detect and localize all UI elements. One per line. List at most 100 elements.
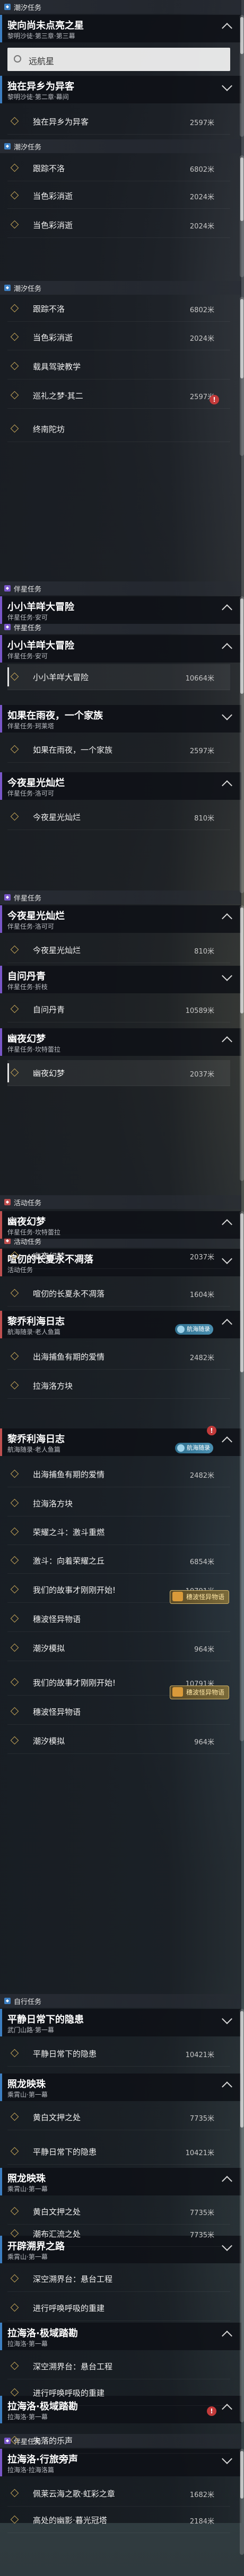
- event-badge-label: 穗波怪异物语: [186, 1593, 225, 1601]
- quest-header[interactable]: 幽夜幻梦 伴星任务·坎特蕾拉: [0, 1028, 241, 1056]
- quest-step[interactable]: 载具驾驶教学: [7, 354, 230, 380]
- collapse-chevron-icon[interactable]: [222, 1036, 232, 1047]
- scrollbar-track[interactable]: [240, 596, 244, 893]
- scrollbar-track[interactable]: [240, 905, 244, 1181]
- collapse-chevron-icon[interactable]: [222, 81, 232, 91]
- quest-header[interactable]: 如果在雨夜，一个家族 伴星任务·珂莱塔: [0, 705, 241, 733]
- quest-step[interactable]: 如果在雨夜，一个家族 2597米: [7, 737, 230, 763]
- scrollbar-thumb[interactable]: [240, 907, 243, 1013]
- quest-step[interactable]: 拉海洛方块: [7, 1490, 230, 1516]
- scrollbar-track[interactable]: [240, 15, 244, 137]
- quest-step[interactable]: 今夜星光灿烂 810米: [7, 937, 230, 963]
- quest-step[interactable]: 当色彩消逝 2024米: [7, 183, 230, 209]
- quest-header[interactable]: 照龙映珠 乘霄山·第一幕: [0, 2168, 241, 2195]
- quest-step[interactable]: 巡礼之梦·其二 2597米: [7, 383, 230, 409]
- quest-header[interactable]: 自问丹青 伴星任务·折枝: [0, 966, 241, 993]
- quest-step[interactable]: 今夜星光灿烂 810米: [7, 804, 230, 830]
- scrollbar-track[interactable]: [240, 1211, 244, 1741]
- scrollbar-thumb[interactable]: [240, 598, 243, 694]
- scrollbar-thumb[interactable]: [240, 299, 243, 378]
- scrollbar-track[interactable]: [240, 2009, 244, 2422]
- scrollbar-thumb[interactable]: [240, 1213, 243, 1372]
- event-badge[interactable]: 穗波怪异物语: [170, 1686, 230, 1699]
- quest-step[interactable]: 黄白文押之处 7735米: [7, 2104, 230, 2130]
- quest-step[interactable]: 进行呼唤呼吸的重建: [7, 2295, 230, 2321]
- quest-step[interactable]: 自问丹青 10589米: [7, 996, 230, 1022]
- quest-step[interactable]: 进行呼唤呼吸的重建: [7, 2380, 230, 2406]
- collapse-chevron-icon[interactable]: [222, 604, 232, 615]
- scrollbar-thumb[interactable]: [240, 2011, 243, 2128]
- quest-header[interactable]: 今夜星光灿烂 伴星任务·洛可可: [0, 772, 241, 800]
- quest-step[interactable]: 穗波怪异物语: [7, 1699, 230, 1725]
- step-distance: 964米: [194, 1646, 214, 1654]
- quest-step[interactable]: 高处的幽影·暮光冠塔 2184米: [7, 2507, 230, 2533]
- quest-step[interactable]: 激斗：向着荣耀之丘 6854米: [7, 1548, 230, 1574]
- quest-step[interactable]: 穗波怪异物语: [7, 1606, 230, 1632]
- collapse-chevron-icon[interactable]: [222, 710, 232, 720]
- scrollbar-track[interactable]: [240, 2449, 244, 2555]
- quest-header[interactable]: 拉海洛·极域踏勘 拉海洛·第一幕: [0, 2323, 241, 2350]
- collapse-chevron-icon[interactable]: [222, 1319, 232, 1329]
- quest-header[interactable]: 照龙映珠 乘霄山·第一幕: [0, 2074, 241, 2101]
- quest-step[interactable]: 荣耀之斗：激斗重燃: [7, 1519, 230, 1545]
- quest-step[interactable]: 幽夜幻梦 2037米: [7, 1243, 230, 1269]
- quest-step[interactable]: 深空溯界台：悬台工程: [7, 2266, 230, 2292]
- quest-step[interactable]: 出海捕鱼有期的爱情 2482米: [7, 1344, 230, 1370]
- scrollbar-thumb[interactable]: [240, 17, 243, 54]
- quest-step[interactable]: 喧仞的长夏永不凋落 1604米: [7, 1281, 230, 1307]
- npc-badge[interactable]: 航海随录: [175, 1324, 213, 1335]
- event-badge[interactable]: 穗波怪异物语: [170, 1590, 230, 1604]
- quest-step[interactable]: 潮布汇流之处 7735米: [7, 2221, 230, 2247]
- option-remote-star[interactable]: 远航星: [7, 48, 230, 71]
- collapse-chevron-icon[interactable]: [222, 2454, 232, 2464]
- quest-header[interactable]: 今夜星光灿烂 伴星任务·洛可可: [0, 905, 241, 933]
- scrollbar-thumb[interactable]: [240, 2451, 243, 2499]
- step-diamond-icon: [10, 2436, 19, 2445]
- step-diamond-icon: [10, 163, 19, 172]
- quest-header[interactable]: 小小羊咩大冒险 伴星任务·安可: [0, 596, 241, 624]
- quest-header[interactable]: 驶向尚未点亮之星 黎明沙徒·第三章·第三幕: [0, 15, 241, 42]
- scrollbar-track[interactable]: [240, 155, 244, 277]
- quest-step[interactable]: 跟踪不洛 6802米: [7, 155, 230, 181]
- quest-subtitle: 拉海洛·第一幕: [7, 2413, 48, 2421]
- collapse-chevron-icon[interactable]: [222, 913, 232, 924]
- section-tag-icon: ◆: [4, 1199, 11, 1205]
- collapse-chevron-icon[interactable]: [222, 2176, 232, 2186]
- quest-step[interactable]: 小小羊咩大冒险 10664米: [7, 664, 230, 690]
- quest-step[interactable]: 拉海洛方块: [7, 1373, 230, 1399]
- collapse-chevron-icon[interactable]: [222, 643, 232, 654]
- quest-step[interactable]: 出海捕鱼有期的爱情 2482米: [7, 1461, 230, 1487]
- quest-header[interactable]: 独在异乡为异客 黎明沙徒·第二章·幕间: [0, 76, 241, 103]
- quest-step[interactable]: 佩莱云海之歌·虹彩之章 1682米: [7, 2481, 230, 2507]
- quest-step[interactable]: 跟踪不洛 6802米: [7, 296, 230, 322]
- collapse-chevron-icon[interactable]: [222, 2081, 232, 2092]
- collapse-chevron-icon[interactable]: [222, 1219, 232, 1230]
- collapse-chevron-icon[interactable]: [222, 971, 232, 981]
- quest-step[interactable]: 平静日常下的隐患 10421米: [7, 2041, 230, 2067]
- quest-step[interactable]: 平静日常下的隐患 10421米: [7, 2139, 230, 2165]
- scrollbar-track[interactable]: [240, 297, 244, 456]
- quest-header[interactable]: 幽夜幻梦 伴星任务·坎特蕾拉: [0, 1211, 241, 1239]
- quest-step[interactable]: 独在异乡为异客 2597米: [7, 109, 230, 135]
- quest-step[interactable]: 深空溯界台：悬台工程: [7, 2353, 230, 2379]
- collapse-chevron-icon[interactable]: [222, 2331, 232, 2341]
- collapse-chevron-icon[interactable]: [222, 23, 232, 33]
- step-diamond-icon: [10, 2229, 19, 2238]
- collapse-chevron-icon[interactable]: [222, 1436, 232, 1447]
- quest-step[interactable]: 当色彩消逝 2024米: [7, 212, 230, 238]
- collapse-chevron-icon[interactable]: [222, 780, 232, 791]
- quest-step[interactable]: 当色彩消逝 2024米: [7, 324, 230, 350]
- npc-badge[interactable]: 航海随录: [175, 1443, 213, 1453]
- quest-step[interactable]: 幽夜幻梦 2037米: [7, 1060, 230, 1086]
- scrollbar-thumb[interactable]: [240, 157, 243, 221]
- quest-step[interactable]: 失落的乐声: [7, 2428, 230, 2454]
- quest-step[interactable]: 潮汐模拟 964米: [7, 1635, 230, 1661]
- step-distance: 2184米: [189, 2518, 214, 2526]
- section-tag-icon: ◆: [4, 624, 11, 630]
- quest-header[interactable]: 小小羊咩大冒险 伴星任务·安可: [0, 635, 241, 663]
- collapse-chevron-icon[interactable]: [222, 2014, 232, 2024]
- step-label: 我们的故事才刚刚开始!: [33, 1678, 116, 1688]
- quest-step[interactable]: 潮汐模拟 964米: [7, 1728, 230, 1754]
- quest-step[interactable]: 终南陀坊: [7, 416, 230, 442]
- quest-header[interactable]: 平静日常下的隐患 武门山路·第一幕: [0, 2009, 241, 2036]
